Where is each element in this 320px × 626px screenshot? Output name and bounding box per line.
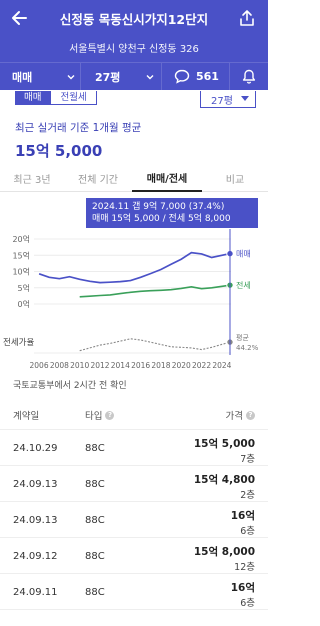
table-row[interactable]: 24.09.13 88C 15억 4,800 2층 <box>0 466 268 502</box>
row-date: 24.09.13 <box>13 479 58 490</box>
x-tick-label: 2018 <box>151 361 170 370</box>
deal-type-select[interactable]: 매매 <box>0 63 80 91</box>
ratio-axis-label: 전세가율 <box>3 337 34 348</box>
y-tick-label: 5억 <box>18 283 30 293</box>
chart-period-tabs: 최근 3년 전체 기간 매매/전세 비교 <box>0 165 268 192</box>
row-price: 15억 5,000 <box>193 438 255 450</box>
row-floor: 7층 <box>240 454 255 465</box>
row-price: 15억 4,800 <box>193 474 255 486</box>
comment-count: 561 <box>196 70 219 83</box>
row-type: 88C <box>85 515 105 526</box>
row-price: 16억 <box>230 510 255 522</box>
row-floor: 6층 <box>240 526 255 537</box>
trade-type-toggle: 매매 전월세 <box>15 91 97 105</box>
toggle-rent[interactable]: 전월세 <box>50 91 97 105</box>
table-row[interactable]: 24.09.13 88C 16억 6층 <box>0 502 268 538</box>
row-type: 88C <box>85 587 105 598</box>
tab-sale-rent[interactable]: 매매/전세 <box>132 165 202 192</box>
app-header: 신정동 목동신시가지12단지 서울특별시 양천구 신정동 326 매매 27평 … <box>0 0 268 91</box>
row-type: 88C <box>85 551 105 562</box>
ratio-average-label: 평균 <box>236 333 249 342</box>
speech-bubble-icon <box>174 69 190 84</box>
row-type: 88C <box>85 479 105 490</box>
series-line <box>79 338 231 352</box>
col-date-label: 계약일 <box>13 411 40 422</box>
y-tick-label: 0억 <box>18 299 30 309</box>
share-icon[interactable] <box>238 9 256 27</box>
caret-down-icon <box>241 96 249 101</box>
series-line <box>79 284 231 298</box>
table-row[interactable]: 24.09.11 88C 16억 6층 <box>0 574 268 610</box>
size-dropdown-value: 27평 <box>211 95 233 107</box>
toggle-sale[interactable]: 매매 <box>15 91 51 105</box>
bell-icon <box>242 69 256 84</box>
x-tick-label: 2014 <box>111 361 130 370</box>
col-type: 타입 ? <box>85 408 115 422</box>
x-tick-label: 2008 <box>50 361 69 370</box>
filter-bar: 매매 27평 561 <box>0 62 268 91</box>
series-label: 전세 <box>236 280 251 290</box>
row-type: 88C <box>85 443 105 454</box>
deal-type-value: 매매 <box>12 70 33 84</box>
x-tick-label: 2022 <box>192 361 211 370</box>
size-value: 27평 <box>95 70 121 84</box>
chart-tooltip: 2024.11 갭 9억 7,000 (37.4%) 매매 15억 5,000 … <box>86 198 258 228</box>
notification-button[interactable] <box>230 63 268 91</box>
y-tick-label: 10억 <box>12 267 30 277</box>
row-date: 24.10.29 <box>13 443 58 454</box>
chevron-down-icon <box>67 74 75 79</box>
x-tick-label: 2024 <box>212 361 231 370</box>
tab-recent-3y[interactable]: 최근 3년 <box>0 165 64 192</box>
y-tick-label: 15억 <box>12 250 30 260</box>
x-tick-label: 2016 <box>131 361 150 370</box>
tab-all-period[interactable]: 전체 기간 <box>64 165 132 192</box>
comments-button[interactable]: 561 <box>162 62 230 91</box>
y-tick-label: 20억 <box>12 234 30 244</box>
x-tick-label: 2006 <box>30 361 49 370</box>
average-price: 15억 5,000 <box>15 142 103 160</box>
info-icon[interactable]: ? <box>105 410 115 420</box>
row-date: 24.09.11 <box>13 587 58 598</box>
col-date: 계약일 <box>13 408 39 422</box>
ratio-average-value: 44.2% <box>236 344 259 352</box>
row-price: 16억 <box>230 582 255 594</box>
col-type-label: 타입 <box>85 411 103 422</box>
row-floor: 2층 <box>240 490 255 501</box>
x-tick-label: 2020 <box>172 361 191 370</box>
tooltip-prices: 매매 15억 5,000 / 전세 5억 8,000 <box>92 214 231 224</box>
series-label: 매매 <box>236 250 251 259</box>
complex-title: 신정동 목동신시가지12단지 <box>59 12 209 27</box>
table-row[interactable]: 24.10.29 88C 15억 5,000 7층 <box>0 430 268 466</box>
source-note: 국토교통부에서 2시간 전 확인 <box>13 381 127 391</box>
average-label: 최근 실거래 기준 1개월 평균 <box>15 122 142 134</box>
row-date: 24.09.13 <box>13 515 58 526</box>
col-price-label: 가격 <box>225 411 243 422</box>
back-arrow-icon[interactable] <box>10 8 30 28</box>
price-chart[interactable]: 20억 15억 10억 5억 0억 전세가율 2006 2008 2010 2012 2014 201… <box>0 193 268 371</box>
col-price: 가격 ? <box>226 408 255 422</box>
chevron-down-icon <box>146 74 154 79</box>
table-row[interactable]: 24.09.12 88C 15억 8,000 12층 <box>0 538 268 574</box>
complex-address: 서울특별시 양천구 신정동 326 <box>69 44 199 55</box>
size-select[interactable]: 27평 <box>80 62 162 91</box>
row-date: 24.09.12 <box>13 551 58 562</box>
x-tick-label: 2010 <box>70 361 89 370</box>
x-tick-label: 2012 <box>90 361 109 370</box>
row-floor: 6층 <box>240 598 255 609</box>
info-icon[interactable]: ? <box>246 410 255 420</box>
row-floor: 12층 <box>234 562 255 573</box>
transactions-header: 계약일 타입 ? 가격 ? <box>0 400 268 430</box>
size-dropdown[interactable]: 27평 <box>200 91 256 108</box>
row-price: 15억 8,000 <box>193 546 255 558</box>
series-line <box>38 251 231 284</box>
tooltip-gap: 2024.11 갭 9억 7,000 (37.4%) <box>92 202 225 212</box>
tab-compare[interactable]: 비교 <box>202 165 268 192</box>
